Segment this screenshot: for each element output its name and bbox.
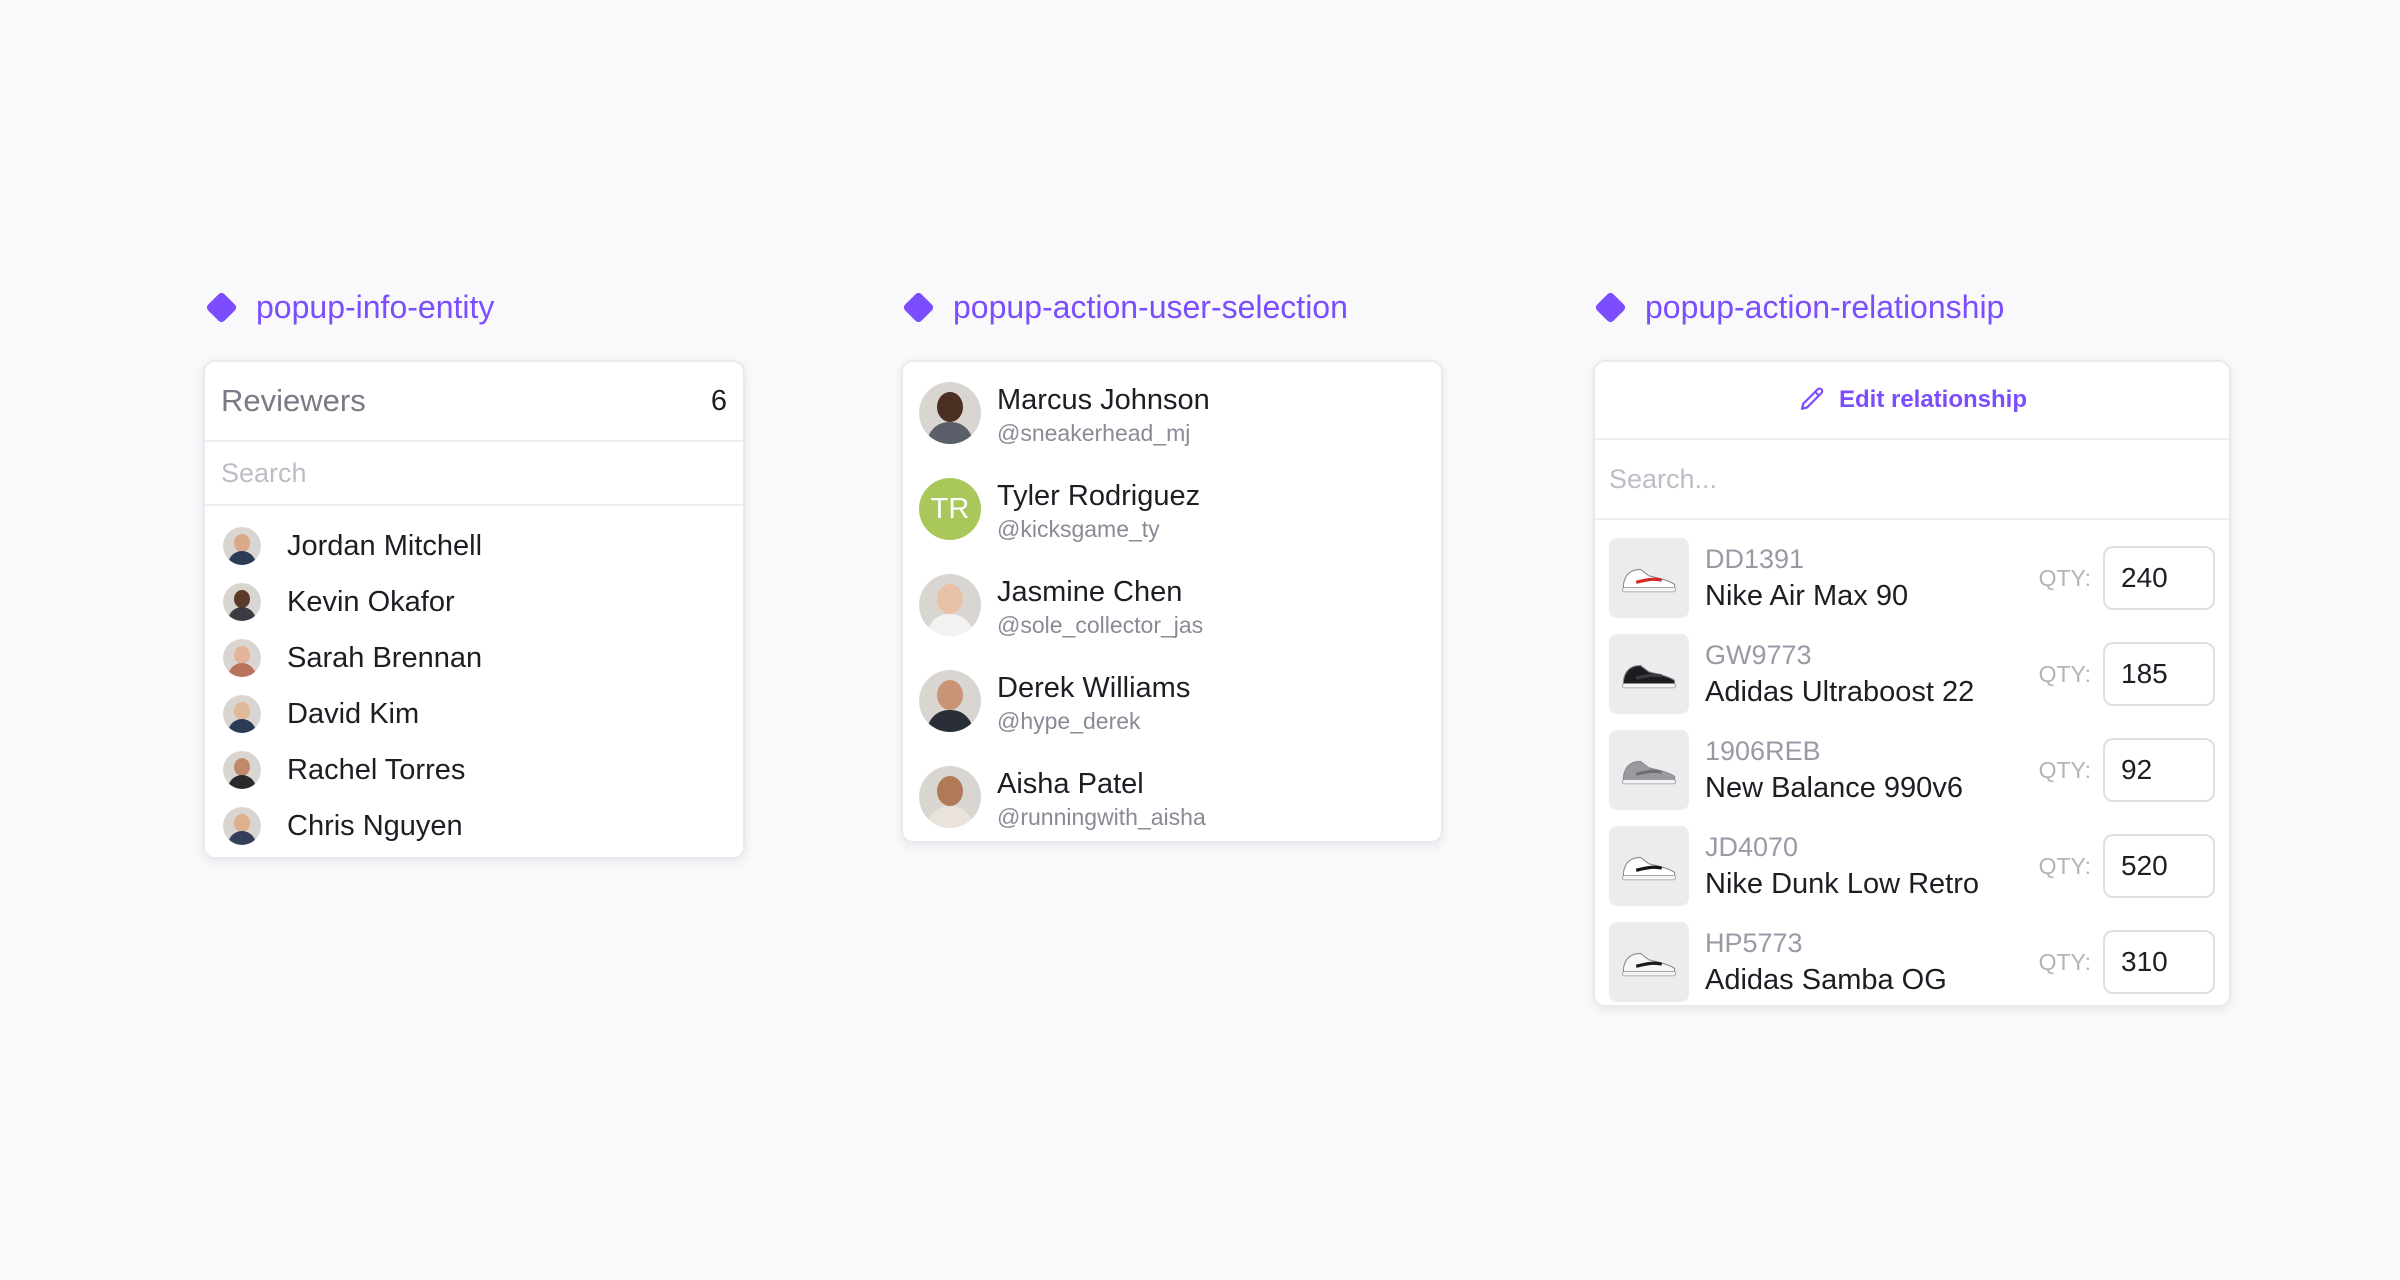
diamond-icon [902,290,935,324]
product-sku: DD1391 [1705,544,1805,574]
qty-input[interactable]: 240 [2103,546,2215,610]
user-row[interactable]: Aisha Patel @runningwith_aisha [903,760,1441,841]
popup-title: Reviewers [221,383,366,418]
qty-input[interactable]: 520 [2103,834,2215,898]
shoe-thumbnail [1609,826,1689,906]
reviewer-row[interactable]: David Kim [205,686,743,742]
product-name: Adidas Ultraboost 22 [1705,676,1975,708]
search-input[interactable]: Search [205,442,743,506]
product-row: GW9773 Adidas Ultraboost 22 QTY: 185 [1595,626,2229,722]
user-name: Jasmine Chen [997,576,1183,608]
user-handle: @kicksgame_ty [997,516,1160,542]
avatar [223,527,261,565]
section-label-relationship: popup-action-relationship [1592,287,2004,327]
avatar [919,574,981,636]
user-handle: @sneakerhead_mj [997,420,1191,446]
section-label-text: popup-action-relationship [1645,288,2005,325]
reviewer-name: Kevin Okafor [287,585,455,618]
section-label-info-entity: popup-info-entity [203,287,494,327]
user-name: Aisha Patel [997,768,1144,800]
edit-relationship-label: Edit relationship [1838,386,2027,413]
reviewer-row[interactable]: Kevin Okafor [205,574,743,630]
qty-label: QTY: [2038,564,2091,591]
user-handle: @sole_collector_jas [997,612,1204,638]
shoe-thumbnail [1609,634,1689,714]
product-sku: HP5773 [1705,928,1803,958]
product-sku: GW9773 [1705,640,1812,670]
qty-label: QTY: [2038,660,2091,687]
product-sku: 1906REB [1705,736,1821,766]
product-row: DD1391 Nike Air Max 90 QTY: 240 [1595,530,2229,626]
user-selection-popup: Marcus Johnson @sneakerhead_mj TR Tyler … [901,360,1443,843]
qty-label: QTY: [2038,852,2091,879]
user-list: Marcus Johnson @sneakerhead_mj TR Tyler … [903,362,1441,841]
user-row[interactable]: TR Tyler Rodriguez @kicksgame_ty [903,472,1441,568]
user-handle: @runningwith_aisha [997,804,1206,830]
avatar [223,639,261,677]
avatar [919,766,981,828]
qty-label: QTY: [2038,756,2091,783]
product-row: HP5773 Adidas Samba OG QTY: 310 [1595,914,2229,1005]
qty-input[interactable]: 92 [2103,738,2215,802]
product-list: DD1391 Nike Air Max 90 QTY: 240 GW9773 A… [1595,520,2229,1005]
user-name: Marcus Johnson [997,384,1210,416]
avatar [919,670,981,732]
product-name: Nike Air Max 90 [1705,580,1909,612]
section-label-text: popup-action-user-selection [953,288,1348,325]
user-name: Tyler Rodriguez [997,480,1201,512]
search-input[interactable]: Search... [1595,440,2229,520]
user-row[interactable]: Marcus Johnson @sneakerhead_mj [903,376,1441,472]
edit-relationship-button[interactable]: Edit relationship [1595,362,2229,440]
qty-input[interactable]: 310 [2103,930,2215,994]
qty-input[interactable]: 185 [2103,642,2215,706]
user-row[interactable]: Jasmine Chen @sole_collector_jas [903,568,1441,664]
reviewer-row[interactable]: Chris Nguyen [205,798,743,854]
shoe-icon [1621,952,1677,977]
reviewer-name: David Kim [287,697,420,730]
product-sku: JD4070 [1705,832,1799,862]
reviewer-row[interactable]: Jordan Mitchell [205,518,743,574]
diamond-icon [1594,290,1627,324]
shoe-icon [1621,568,1677,593]
avatar [223,807,261,845]
shoe-thumbnail [1609,538,1689,618]
product-row: 1906REB New Balance 990v6 QTY: 92 [1595,722,2229,818]
reviewer-name: Jordan Mitchell [287,529,483,562]
avatar-initials: TR [919,478,981,540]
reviewer-row[interactable]: Sarah Brennan [205,630,743,686]
section-label-user-selection: popup-action-user-selection [900,287,1348,327]
popup-header: Reviewers 6 [205,362,743,442]
shoe-thumbnail [1609,730,1689,810]
relationship-popup: Edit relationship Search... DD1391 Nike … [1593,360,2231,1007]
shoe-thumbnail [1609,922,1689,1002]
product-name: Adidas Samba OG [1705,964,1947,996]
pencil-icon [1800,387,1824,410]
product-name: New Balance 990v6 [1705,772,1963,804]
avatar [223,751,261,789]
info-entity-popup: Reviewers 6 Search Jordan Mitchell Kevin… [203,360,745,859]
reviewer-row[interactable]: Rachel Torres [205,742,743,798]
shoe-icon [1621,664,1677,689]
product-row: JD4070 Nike Dunk Low Retro QTY: 520 [1595,818,2229,914]
user-row[interactable]: Derek Williams @hype_derek [903,664,1441,760]
section-label-text: popup-info-entity [256,288,495,325]
avatar [223,695,261,733]
avatar [919,382,981,444]
reviewer-count: 6 [710,384,727,417]
reviewer-name: Rachel Torres [287,753,466,786]
avatar [223,583,261,621]
diamond-icon [205,290,238,324]
shoe-icon [1621,760,1677,785]
user-handle: @hype_derek [997,708,1141,734]
user-name: Derek Williams [997,672,1191,704]
reviewer-list: Jordan Mitchell Kevin Okafor Sarah Brenn… [205,506,743,854]
qty-label: QTY: [2038,948,2091,975]
shoe-icon [1621,856,1677,881]
reviewer-name: Chris Nguyen [287,809,463,842]
product-name: Nike Dunk Low Retro [1705,868,1979,900]
reviewer-name: Sarah Brennan [287,641,483,674]
